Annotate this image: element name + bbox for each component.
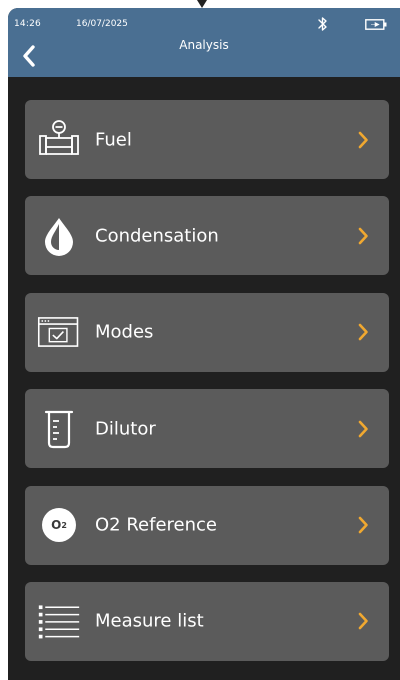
status-date: 16/07/2025 [76,19,128,29]
pointer-tip-icon [197,0,207,8]
list-icon [37,599,81,643]
menu-item-o2-reference[interactable]: O2 O2 Reference [25,485,389,565]
chevron-right-icon [358,323,368,341]
menu-item-dilutor[interactable]: Dilutor [25,389,389,469]
menu-item-label: Dilutor [95,418,156,440]
menu-item-label: O2 Reference [95,514,217,536]
window-check-icon [37,310,81,354]
chevron-right-icon [358,613,368,630]
bluetooth-icon [318,17,327,31]
menu-item-fuel[interactable]: Fuel [25,100,389,179]
o2-icon: O2 [37,503,81,547]
fuel-meter-icon [37,118,81,162]
chevron-right-icon [358,227,368,245]
chevron-right-icon [358,420,368,437]
menu-item-condensation[interactable]: Condensation [25,196,389,276]
chevron-right-icon [358,516,368,534]
menu-item-label: Measure list [95,610,204,632]
menu-item-modes[interactable]: Modes [25,292,389,372]
menu-item-label: Condensation [95,225,219,247]
water-drop-icon [37,214,81,258]
menu-item-measure-list[interactable]: Measure list [25,581,389,661]
device-screen: 14:26 16/07/2025 Analysis Fuel Condensat… [8,8,400,680]
analysis-menu: Fuel Condensation Modes Dilutor O 2 O2 R… [25,100,389,678]
o2-badge: O2 [42,508,76,543]
menu-item-label: Fuel [95,129,132,150]
menu-item-label: Modes [95,321,154,343]
chevron-right-icon [358,131,368,148]
status-time: 14:26 [14,19,41,29]
battery-charging-icon [365,19,387,30]
beaker-icon [37,407,81,451]
page-title: Analysis [179,38,229,52]
header-bar: 14:26 16/07/2025 Analysis [8,8,400,77]
